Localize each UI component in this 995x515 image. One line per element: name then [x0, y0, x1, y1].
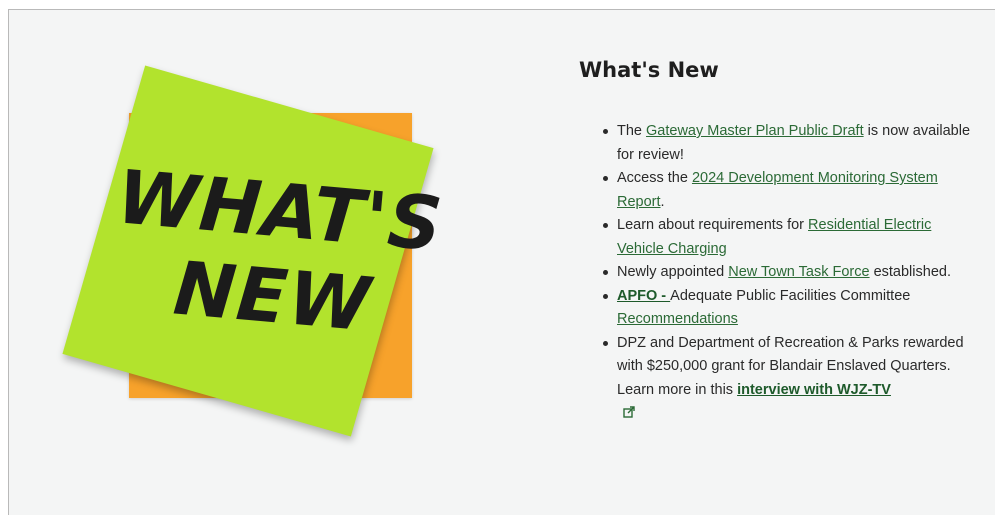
news-item-text: Access the: [617, 170, 692, 186]
new-town-task-force-link[interactable]: New Town Task Force: [728, 264, 869, 280]
whats-new-panel: WHAT'S NEW What's New The Gateway Master…: [8, 9, 995, 515]
whats-new-sticky-note-image: WHAT'S NEW: [59, 65, 459, 468]
news-item-text: Adequate Public Facilities Committee: [670, 287, 911, 304]
gateway-master-plan-link[interactable]: Gateway Master Plan Public Draft: [646, 123, 864, 139]
news-item-task-force: Newly appointed New Town Task Force esta…: [601, 261, 981, 285]
apfo-link[interactable]: APFO -: [617, 288, 670, 304]
news-item-text: established.: [869, 264, 951, 280]
news-item-text: .: [660, 193, 665, 210]
wjz-tv-interview-link[interactable]: interview with WJZ-TV: [737, 382, 891, 398]
external-link-icon[interactable]: [623, 403, 635, 418]
whats-new-content: What's New The Gateway Master Plan Publi…: [579, 58, 995, 418]
news-list: The Gateway Master Plan Public Draft is …: [601, 120, 981, 426]
news-item-apfo: APFO - Adequate Public Facilities Commit…: [601, 285, 981, 332]
news-item-text: The: [617, 123, 647, 139]
news-item-text: Learn about requirements for: [617, 217, 809, 233]
section-heading: What's New: [579, 58, 719, 82]
news-item-gateway: The Gateway Master Plan Public Draft is …: [601, 120, 981, 167]
news-item-dms-report: Access the 2024 Development Monitoring S…: [601, 167, 981, 214]
news-item-blandair-grant: DPZ and Department of Recreation & Parks…: [601, 332, 981, 426]
apfo-recommendations-link[interactable]: Recommendations: [617, 311, 738, 327]
sticky-note-text: WHAT'S NEW: [80, 152, 468, 403]
news-item-ev-charging: Learn about requirements for Residential…: [601, 214, 981, 261]
news-item-text: Newly appointed: [617, 264, 729, 280]
